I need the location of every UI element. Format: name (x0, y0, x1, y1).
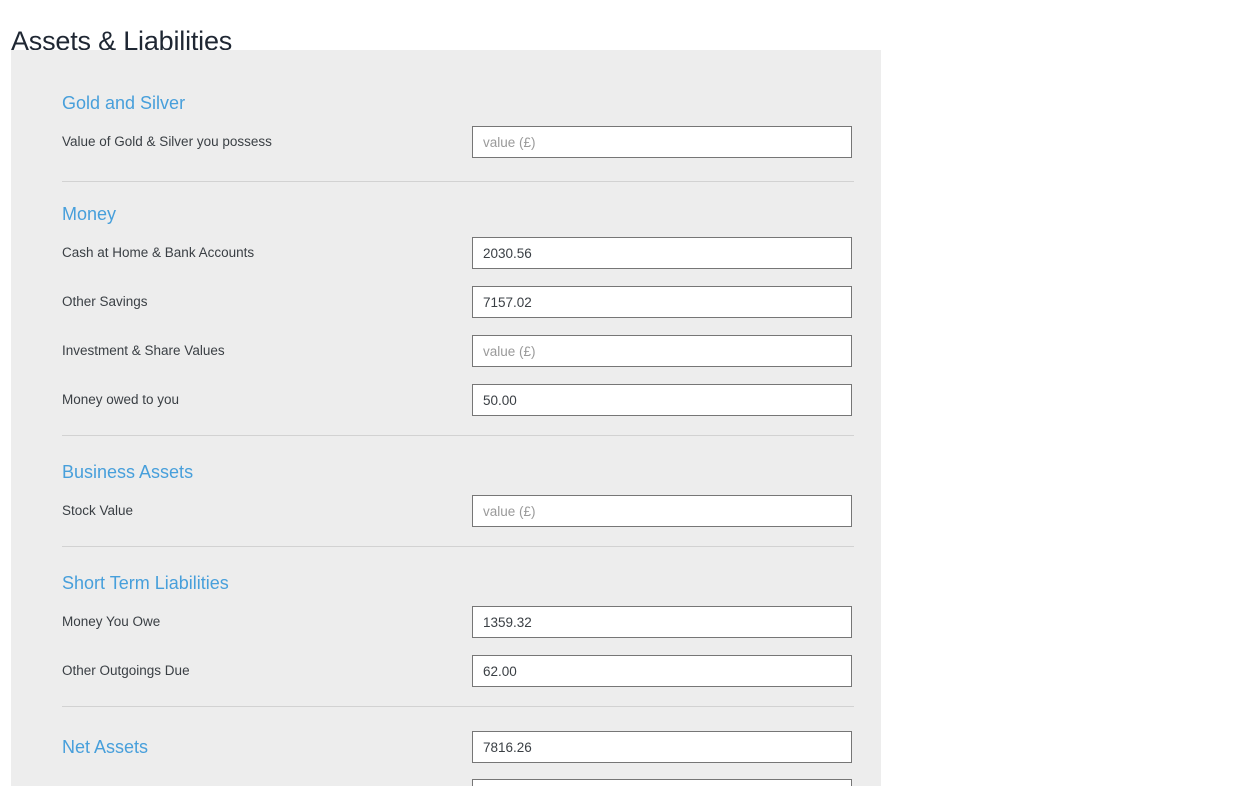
section-heading-money: Money (62, 204, 117, 224)
label-investment-and-share-values: Investment & Share Values (62, 343, 225, 358)
section-heading-short-term-liabilities: Short Term Liabilities (62, 573, 229, 593)
section-divider (62, 706, 854, 707)
input-other-savings[interactable] (472, 286, 852, 318)
input-net-assets[interactable] (472, 731, 852, 763)
input-investment-and-share-values[interactable] (472, 335, 852, 367)
label-money-owed-to-you: Money owed to you (62, 392, 180, 407)
label-net-assets: Net Assets (62, 737, 149, 757)
section-divider (62, 181, 854, 182)
input-money-owed-to-you[interactable] (472, 384, 852, 416)
row-stock-value: Stock Value (11, 495, 881, 527)
section-heading-gold-and-silver: Gold and Silver (62, 93, 186, 113)
label-other-outgoings-due: Other Outgoings Due (62, 663, 190, 678)
row-net-assets: Net Assets (11, 731, 881, 763)
input-money-you-owe[interactable] (472, 606, 852, 638)
row-money-you-owe: Money You Owe (11, 606, 881, 638)
row-value-of-gold-and-silver: Value of Gold & Silver you possess (11, 126, 881, 158)
row-other-savings: Other Savings (11, 286, 881, 318)
input-cash-at-home-and-bank-accounts[interactable] (472, 237, 852, 269)
row-investment-and-share-values: Investment & Share Values (11, 335, 881, 367)
input-value-of-gold-and-silver[interactable] (472, 126, 852, 158)
section-divider (62, 435, 854, 436)
label-stock-value: Stock Value (62, 503, 134, 518)
row-next-field-partial (11, 779, 881, 786)
section-heading-business-assets: Business Assets (62, 462, 194, 482)
label-other-savings: Other Savings (62, 294, 148, 309)
input-other-outgoings-due[interactable] (472, 655, 852, 687)
label-money-you-owe: Money You Owe (62, 614, 161, 629)
row-cash-at-home-and-bank-accounts: Cash at Home & Bank Accounts (11, 237, 881, 269)
assets-liabilities-panel: Gold and Silver Value of Gold & Silver y… (11, 50, 881, 786)
label-cash-at-home-and-bank-accounts: Cash at Home & Bank Accounts (62, 245, 255, 260)
label-value-of-gold-and-silver: Value of Gold & Silver you possess (62, 134, 272, 149)
section-divider (62, 546, 854, 547)
input-stock-value[interactable] (472, 495, 852, 527)
row-money-owed-to-you: Money owed to you (11, 384, 881, 416)
input-next-field-partial[interactable] (472, 779, 852, 786)
row-other-outgoings-due: Other Outgoings Due (11, 655, 881, 687)
